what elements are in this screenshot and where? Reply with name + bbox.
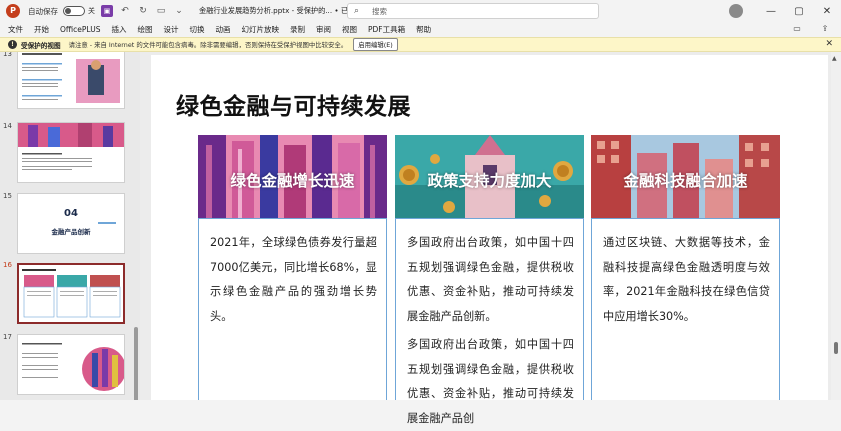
maximize-icon[interactable]: ▢ [785, 6, 813, 17]
card-policy-support[interactable]: 政策支持力度加大 多国政府出台政策，如中国十四五规划强调绿色金融，提供税收优惠、… [395, 135, 584, 425]
tab-insert[interactable]: 插入 [111, 24, 126, 35]
tab-draw[interactable]: 绘图 [137, 24, 152, 35]
scrollbar-thumb[interactable] [834, 342, 838, 354]
card-paragraph: 多国政府出台政策，如中国十四五规划强调绿色金融，提供税收优惠、资金补贴，推动可持… [407, 236, 574, 323]
share-icon[interactable]: ⇪ [817, 23, 833, 35]
avatar[interactable] [729, 4, 743, 18]
tab-view[interactable]: 视图 [342, 24, 357, 35]
comments-icon[interactable]: ▭ [789, 23, 805, 35]
thumbnail-number: 15 [3, 192, 12, 200]
tab-design[interactable]: 设计 [163, 24, 178, 35]
thumbnail-16-art [22, 269, 121, 318]
card-paragraph: 2021年，全球绿色债券发行量超7000亿美元，同比增长68%，显示绿色金融产品… [210, 236, 377, 323]
card-heading: 政策支持力度加大 [427, 172, 552, 190]
more-icon[interactable]: ⌄ [173, 5, 185, 17]
redo-icon[interactable]: ↻ [137, 5, 149, 17]
slide-thumbnail-17[interactable] [17, 334, 125, 395]
ribbon-right-controls: ▭ ⇪ [777, 23, 833, 35]
slide-thumbnail-16[interactable] [17, 263, 125, 324]
powerpoint-app-icon[interactable]: P [6, 4, 20, 18]
slide-title[interactable]: 绿色金融与可持续发展 [176, 87, 411, 121]
thumbnail-17-art [22, 343, 124, 391]
thumbnail-13-art [22, 53, 120, 103]
protected-view-bar: ! 受保护的视图 请注意 - 来自 Internet 的文件可能包含病毒。除非需… [0, 37, 841, 52]
thumbnail-section-number: 04 [64, 208, 78, 219]
present-icon[interactable]: ▭ [155, 5, 167, 17]
card-paragraph: 多国政府出台政策，如中国十四五规划强调绿色金融，提供税收优惠、资金补贴，推动可持… [407, 338, 574, 425]
search-placeholder: 搜索 [372, 6, 387, 16]
vertical-scrollbar[interactable]: ▲ [831, 52, 841, 400]
card-body: 2021年，全球绿色债券发行量超7000亿美元，同比增长68%，显示绿色金融产品… [198, 218, 387, 400]
tab-officeplus[interactable]: OfficePLUS [60, 25, 100, 34]
card-heading: 绿色金融增长迅速 [230, 172, 355, 190]
tab-transitions[interactable]: 切换 [189, 24, 204, 35]
slide-thumbnail-15[interactable]: 04 金融产品创新 [17, 193, 125, 254]
scroll-up-icon[interactable]: ▲ [832, 55, 837, 62]
tab-help[interactable]: 帮助 [416, 24, 431, 35]
autosave-label: 自动保存 [28, 6, 58, 16]
card-heading: 金融科技融合加速 [623, 172, 748, 190]
close-icon[interactable]: ✕ [825, 39, 833, 49]
save-icon[interactable]: ▣ [101, 5, 113, 17]
protected-view-title: 受保护的视图 [21, 41, 61, 50]
tab-slideshow[interactable]: 幻灯片放映 [241, 24, 279, 35]
thumbnail-number: 14 [3, 122, 12, 130]
tab-review[interactable]: 审阅 [316, 24, 331, 35]
thumbnail-number: 13 [3, 52, 12, 58]
slide-thumbnail-pane: 13 14 15 04 金融产品创新 16 17 [0, 52, 140, 400]
thumbnail-number: 17 [3, 333, 12, 341]
enable-editing-button[interactable]: 启用编辑(E) [353, 38, 398, 51]
protected-view-message: 请注意 - 来自 Internet 的文件可能包含病毒。除非需要编辑，否则保持在… [68, 41, 348, 49]
card-body: 通过区块链、大数据等技术，金融科技提高绿色金融透明度与效率，2021年金融科技在… [591, 218, 780, 400]
minimize-icon[interactable]: — [757, 6, 785, 17]
card-body: 多国政府出台政策，如中国十四五规划强调绿色金融，提供税收优惠、资金补贴，推动可持… [395, 218, 584, 425]
tab-file[interactable]: 文件 [8, 24, 23, 35]
slide: 绿色金融与可持续发展 绿色金融增长迅速 2021年，全球绿色债券发行量超7000… [151, 55, 828, 425]
tab-pdf-tools[interactable]: PDF工具箱 [368, 24, 405, 35]
window-controls: — ▢ ✕ [729, 0, 841, 22]
thumbnail-section-title: 金融产品创新 [51, 228, 91, 236]
slide-thumbnail-14[interactable] [17, 122, 125, 183]
close-icon[interactable]: ✕ [813, 6, 841, 17]
card-fintech-integration[interactable]: 金融科技融合加速 通过区块链、大数据等技术，金融科技提高绿色金融透明度与效率，2… [591, 135, 780, 400]
thumbnail-14-art [18, 123, 124, 170]
undo-icon[interactable]: ↶ [119, 5, 131, 17]
tab-home[interactable]: 开始 [34, 24, 49, 35]
slide-thumbnail-13[interactable] [17, 52, 125, 109]
tab-animations[interactable]: 动画 [215, 24, 230, 35]
thumbnail-accent-line [98, 222, 116, 224]
thumbnail-scrollbar[interactable] [134, 327, 138, 400]
search-box[interactable]: ⌕ 搜索 [347, 3, 599, 19]
card-paragraph: 通过区块链、大数据等技术，金融科技提高绿色金融透明度与效率，2021年金融科技在… [603, 236, 770, 323]
thumbnail-number: 16 [3, 261, 12, 269]
slide-canvas: 绿色金融与可持续发展 绿色金融增长迅速 2021年，全球绿色债券发行量超7000… [140, 52, 841, 425]
autosave-toggle[interactable] [63, 6, 85, 16]
ribbon-tabs: 文件 开始 OfficePLUS 插入 绘图 设计 切换 动画 幻灯片放映 录制… [0, 22, 841, 37]
search-icon: ⌕ [354, 6, 360, 16]
card-green-finance-growth[interactable]: 绿色金融增长迅速 2021年，全球绿色债券发行量超7000亿美元，同比增长68%… [198, 135, 387, 400]
shield-icon: ! [8, 40, 17, 49]
autosave-state: 关 [88, 7, 95, 15]
tab-record[interactable]: 录制 [290, 24, 305, 35]
